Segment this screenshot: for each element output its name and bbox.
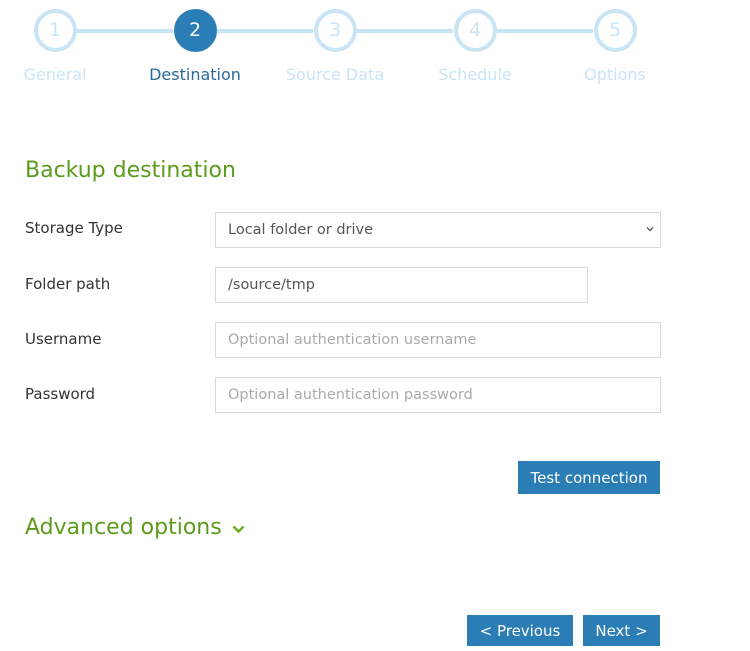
step-number: 3 — [313, 9, 357, 52]
chevron-down-icon — [232, 525, 245, 533]
previous-button[interactable]: < Previous — [467, 615, 573, 646]
advanced-options-label: Advanced options — [25, 515, 222, 540]
step-number: 1 — [33, 9, 77, 52]
chevron-down-icon — [646, 227, 654, 232]
step-label: Source Data — [285, 65, 385, 84]
next-button[interactable]: Next > — [583, 615, 660, 646]
step-label: Options — [584, 65, 646, 84]
folder-path-label: Folder path — [25, 275, 111, 293]
step-label: Destination — [149, 65, 241, 84]
storage-type-value: Local folder or drive — [228, 222, 374, 238]
wizard-stepper: 1 General 2 Destination 3 Source Data 4 … — [0, 0, 750, 100]
test-connection-button[interactable]: Test connection — [518, 461, 660, 494]
advanced-options-toggle[interactable]: Advanced options — [25, 515, 245, 540]
section-title: Backup destination — [25, 158, 236, 183]
step-source-data[interactable]: 3 Source Data — [265, 9, 405, 84]
step-label: Schedule — [438, 65, 512, 84]
step-number: 2 — [173, 9, 217, 52]
username-input[interactable]: Optional authentication username — [215, 322, 661, 358]
step-general[interactable]: 1 General — [0, 9, 125, 84]
step-schedule[interactable]: 4 Schedule — [405, 9, 545, 84]
step-destination[interactable]: 2 Destination — [125, 9, 265, 84]
storage-type-select[interactable]: Local folder or drive — [215, 212, 661, 248]
password-label: Password — [25, 385, 96, 403]
password-input[interactable]: Optional authentication password — [215, 377, 661, 413]
step-label: General — [23, 65, 87, 84]
folder-path-input[interactable]: /source/tmp — [215, 267, 588, 303]
username-label: Username — [25, 330, 102, 348]
storage-type-label: Storage Type — [25, 219, 123, 237]
step-options[interactable]: 5 Options — [545, 9, 685, 84]
step-number: 5 — [593, 9, 637, 52]
step-number: 4 — [453, 9, 497, 52]
